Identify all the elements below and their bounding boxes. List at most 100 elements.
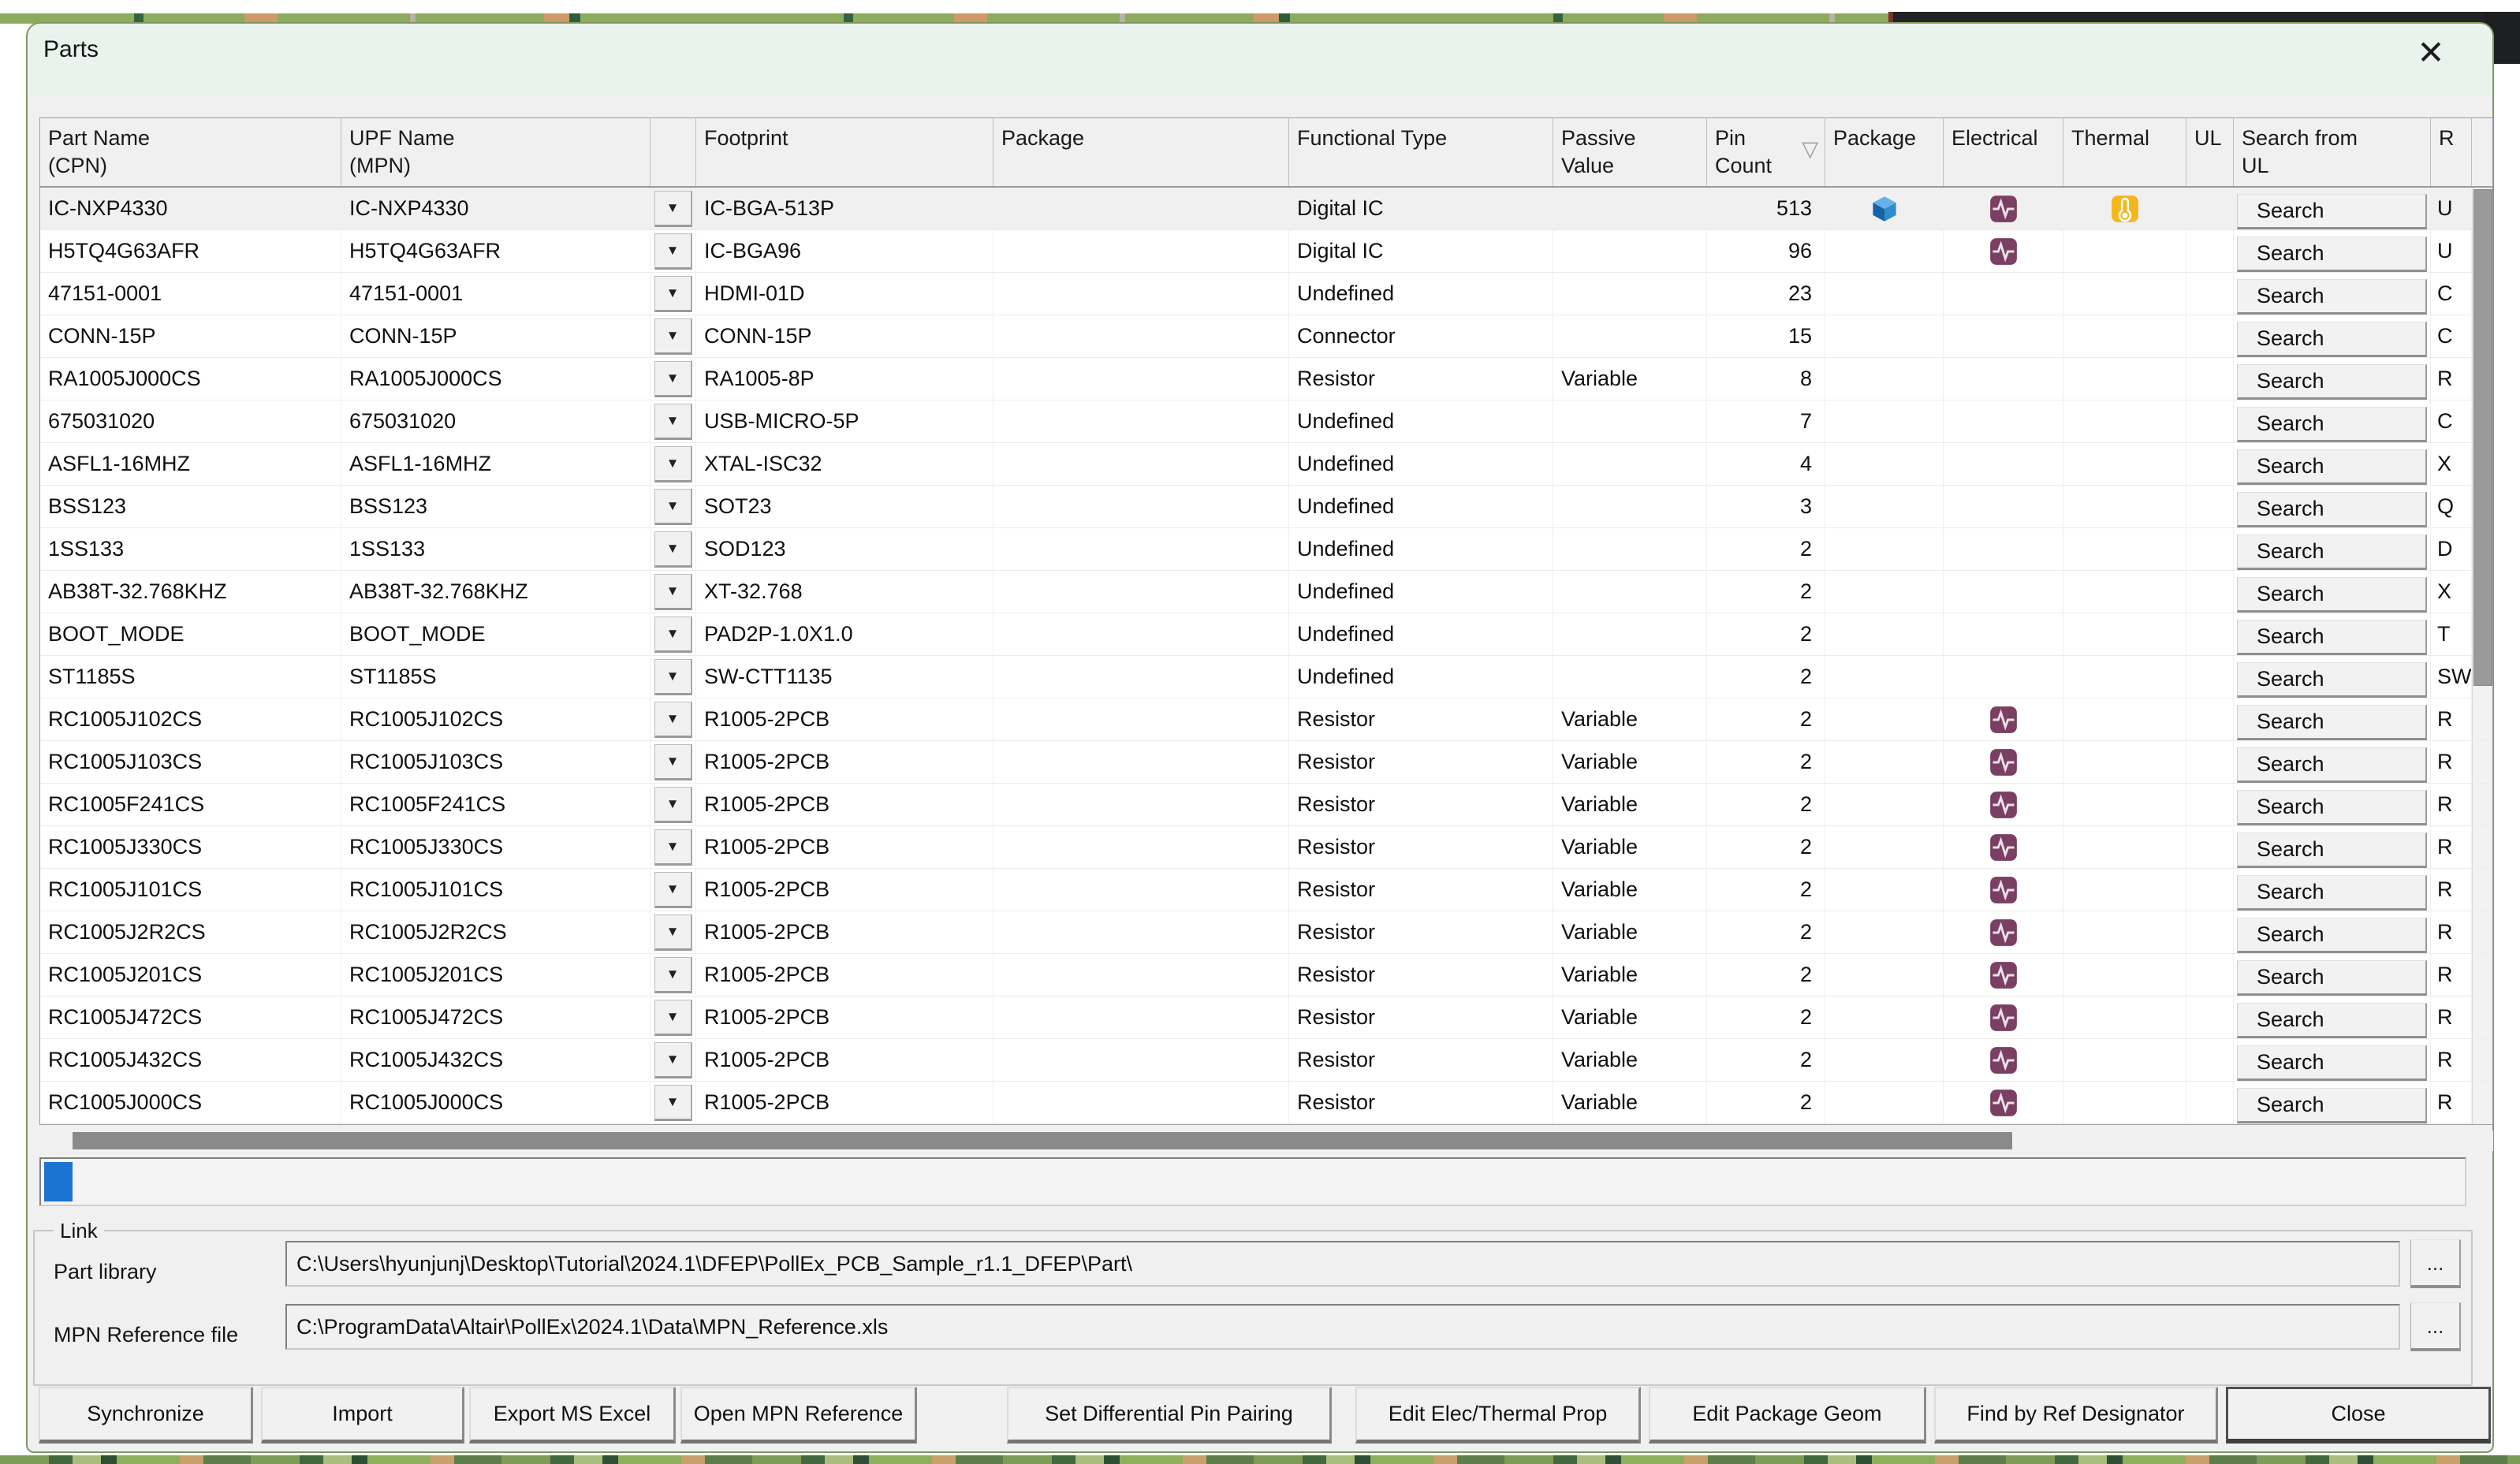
cell-passive-value[interactable]: Variable <box>1553 996 1707 1038</box>
cell-part-name[interactable]: IC-NXP4330 <box>40 188 341 229</box>
table-row[interactable]: BOOT_MODEBOOT_MODE▼PAD2P-1.0X1.0Undefine… <box>40 613 2492 656</box>
upf-dropdown-button[interactable]: ▼ <box>654 915 692 951</box>
upf-dropdown-button[interactable]: ▼ <box>654 957 692 993</box>
cell-passive-value[interactable] <box>1553 273 1707 315</box>
cell-passive-value[interactable]: Variable <box>1553 698 1707 740</box>
search-from-ul-button[interactable]: Search <box>2237 449 2427 486</box>
cell-upf-name[interactable]: IC-NXP4330 <box>341 188 651 229</box>
cell-upf-name[interactable]: RC1005F241CS <box>341 784 651 825</box>
upf-dropdown-button[interactable]: ▼ <box>654 319 692 355</box>
table-row[interactable]: RC1005J000CSRC1005J000CS▼R1005-2PCBResis… <box>40 1082 2492 1124</box>
search-from-ul-button[interactable]: Search <box>2237 918 2427 954</box>
cell-package-name[interactable] <box>993 230 1289 272</box>
horizontal-scrollbar-thumb[interactable] <box>73 1132 2012 1149</box>
cell-pin-count[interactable]: 2 <box>1707 1082 1825 1123</box>
synchronize-button[interactable]: Synchronize <box>39 1387 253 1444</box>
cell-functional-type[interactable]: Resistor <box>1289 1082 1553 1123</box>
cell-functional-type[interactable]: Undefined <box>1289 273 1553 315</box>
search-from-ul-button[interactable]: Search <box>2237 279 2427 315</box>
cell-passive-value[interactable]: Variable <box>1553 358 1707 400</box>
search-from-ul-button[interactable]: Search <box>2237 364 2427 400</box>
cell-package-name[interactable] <box>993 613 1289 655</box>
upf-dropdown-button[interactable]: ▼ <box>654 787 692 823</box>
vertical-scrollbar-track[interactable] <box>2472 996 2492 1038</box>
search-from-ul-button[interactable]: Search <box>2237 1045 2427 1082</box>
cell-upf-name[interactable]: RC1005J472CS <box>341 996 651 1038</box>
vertical-scrollbar-track[interactable] <box>2472 826 2492 868</box>
search-from-ul-button[interactable]: Search <box>2237 407 2427 443</box>
cell-passive-value[interactable] <box>1553 486 1707 527</box>
table-row[interactable]: ST1185SST1185S▼SW-CTT1135Undefined2Searc… <box>40 656 2492 698</box>
cell-functional-type[interactable]: Resistor <box>1289 741 1553 783</box>
cell-part-name[interactable]: RC1005F241CS <box>40 784 341 825</box>
cell-functional-type[interactable]: Resistor <box>1289 784 1553 825</box>
upf-dropdown-button[interactable]: ▼ <box>654 1042 692 1078</box>
search-from-ul-button[interactable]: Search <box>2237 833 2427 869</box>
cell-functional-type[interactable]: Resistor <box>1289 698 1553 740</box>
table-row[interactable]: 1SS1331SS133▼SOD123Undefined2SearchD <box>40 528 2492 571</box>
cell-part-name[interactable]: 47151-0001 <box>40 273 341 315</box>
cell-package-name[interactable] <box>993 443 1289 485</box>
cell-upf-name[interactable]: BSS123 <box>341 486 651 527</box>
table-row[interactable]: RC1005J2R2CSRC1005J2R2CS▼R1005-2PCBResis… <box>40 911 2492 954</box>
cell-pin-count[interactable]: 2 <box>1707 528 1825 570</box>
dialog-titlebar[interactable]: Parts ✕ <box>29 25 2491 96</box>
close-icon[interactable]: ✕ <box>2409 30 2453 74</box>
column-header-footprint[interactable]: Footprint <box>696 118 993 186</box>
vertical-scrollbar-track[interactable] <box>2472 954 2492 996</box>
cell-package-name[interactable] <box>993 486 1289 527</box>
part-library-field[interactable]: C:\Users\hyunjunj\Desktop\Tutorial\2024.… <box>285 1241 2400 1287</box>
cell-passive-value[interactable]: Variable <box>1553 911 1707 953</box>
cell-footprint[interactable]: R1005-2PCB <box>696 1082 993 1123</box>
cell-functional-type[interactable]: Undefined <box>1289 486 1553 527</box>
cell-pin-count[interactable]: 8 <box>1707 358 1825 400</box>
cell-package-name[interactable] <box>993 188 1289 229</box>
upf-dropdown-button[interactable]: ▼ <box>654 659 692 695</box>
part-library-browse-button[interactable]: ... <box>2410 1239 2461 1288</box>
mpn-reference-browse-button[interactable]: ... <box>2410 1302 2461 1351</box>
cell-pin-count[interactable]: 7 <box>1707 400 1825 442</box>
cell-footprint[interactable]: R1005-2PCB <box>696 741 993 783</box>
cell-pin-count[interactable]: 2 <box>1707 826 1825 868</box>
cell-part-name[interactable]: RC1005J103CS <box>40 741 341 783</box>
cell-functional-type[interactable]: Connector <box>1289 315 1553 357</box>
cell-pin-count[interactable]: 2 <box>1707 996 1825 1038</box>
cell-footprint[interactable]: R1005-2PCB <box>696 911 993 953</box>
table-row[interactable]: RC1005J103CSRC1005J103CS▼R1005-2PCBResis… <box>40 741 2492 784</box>
cell-passive-value[interactable] <box>1553 188 1707 229</box>
cell-footprint[interactable]: R1005-2PCB <box>696 996 993 1038</box>
cell-pin-count[interactable]: 2 <box>1707 571 1825 613</box>
cell-footprint[interactable]: RA1005-8P <box>696 358 993 400</box>
cell-pin-count[interactable]: 2 <box>1707 613 1825 655</box>
cell-passive-value[interactable] <box>1553 315 1707 357</box>
column-header-thermal[interactable]: Thermal <box>2063 118 2186 186</box>
cell-upf-name[interactable]: RA1005J000CS <box>341 358 651 400</box>
search-from-ul-button[interactable]: Search <box>2237 875 2427 911</box>
cell-package-name[interactable] <box>993 400 1289 442</box>
cell-upf-name[interactable]: 675031020 <box>341 400 651 442</box>
column-header-functional-type[interactable]: Functional Type <box>1289 118 1553 186</box>
cell-package-name[interactable] <box>993 1039 1289 1081</box>
cell-pin-count[interactable]: 2 <box>1707 741 1825 783</box>
search-from-ul-button[interactable]: Search <box>2237 662 2427 698</box>
cell-passive-value[interactable] <box>1553 528 1707 570</box>
column-header-ul[interactable]: UL <box>2186 118 2234 186</box>
cell-passive-value[interactable] <box>1553 443 1707 485</box>
cell-pin-count[interactable]: 2 <box>1707 954 1825 996</box>
cell-package-name[interactable] <box>993 315 1289 357</box>
cell-package-name[interactable] <box>993 996 1289 1038</box>
vertical-scrollbar-track[interactable] <box>2472 869 2492 911</box>
cell-package-name[interactable] <box>993 698 1289 740</box>
search-from-ul-button[interactable]: Search <box>2237 535 2427 571</box>
cell-upf-name[interactable]: RC1005J000CS <box>341 1082 651 1123</box>
cell-part-name[interactable]: RC1005J2R2CS <box>40 911 341 953</box>
cell-upf-name[interactable]: ASFL1-16MHZ <box>341 443 651 485</box>
cell-pin-count[interactable]: 2 <box>1707 656 1825 698</box>
search-from-ul-button[interactable]: Search <box>2237 790 2427 826</box>
cell-footprint[interactable]: IC-BGA96 <box>696 230 993 272</box>
cell-part-name[interactable]: 1SS133 <box>40 528 341 570</box>
cell-footprint[interactable]: R1005-2PCB <box>696 784 993 825</box>
search-from-ul-button[interactable]: Search <box>2237 322 2427 358</box>
cell-upf-name[interactable]: RC1005J432CS <box>341 1039 651 1081</box>
import-button[interactable]: Import <box>261 1387 464 1444</box>
